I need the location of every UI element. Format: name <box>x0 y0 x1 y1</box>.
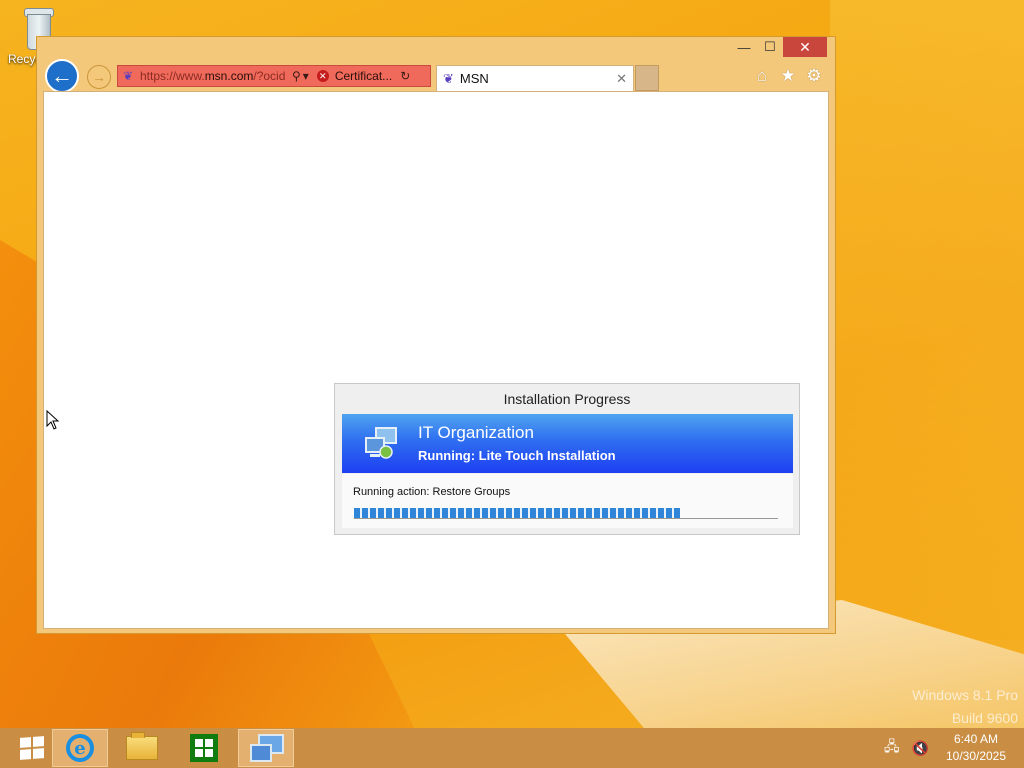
mouse-cursor-icon <box>46 410 60 430</box>
minimize-button[interactable]: — <box>731 37 757 57</box>
page-content[interactable] <box>43 91 829 629</box>
wallpaper-shape <box>830 0 1024 640</box>
certificate-error-icon[interactable]: ✕ <box>316 70 329 82</box>
msn-butterfly-icon: ❦ <box>122 69 134 83</box>
forward-arrow-icon: → <box>92 69 106 85</box>
forward-button[interactable]: → <box>87 65 111 89</box>
network-icon[interactable]: 🖧 <box>884 736 900 760</box>
internet-explorer-icon: e <box>66 734 94 762</box>
msn-butterfly-icon: ❦ <box>443 70 454 86</box>
back-button[interactable]: ← <box>45 59 79 93</box>
progress-bar-fill <box>354 508 681 518</box>
watermark-edition: Windows 8.1 Pro <box>912 687 1018 703</box>
speaker-muted-icon[interactable]: 🔇 <box>912 740 929 757</box>
close-button[interactable]: ✕ <box>783 37 827 57</box>
taskbar-store[interactable] <box>176 729 232 767</box>
tab-title: MSN <box>459 71 489 86</box>
dialog-title: Installation Progress <box>503 391 631 407</box>
settings-gear-icon[interactable]: ⚙ <box>804 66 824 86</box>
taskbar-deployment-setup[interactable] <box>238 729 294 767</box>
organization-name: IT Organization <box>418 423 534 442</box>
dialog-banner: IT Organization Running: Lite Touch Inst… <box>342 414 793 473</box>
home-icon[interactable]: ⌂ <box>752 66 772 86</box>
certificate-error-label[interactable]: Certificat... <box>335 69 392 83</box>
taskbar-file-explorer[interactable] <box>114 729 170 767</box>
address-url[interactable]: https://www.msn.com/?ocid <box>140 69 290 83</box>
close-tab-icon[interactable]: ✕ <box>616 71 627 87</box>
browser-window[interactable]: — ☐ ✕ ← → ❦ https://www.msn.com/?ocid ⚲ … <box>36 36 836 634</box>
navigation-bar: ← → ❦ https://www.msn.com/?ocid ⚲ ▾ ✕ Ce… <box>45 57 830 93</box>
current-action: Running action: Restore Groups <box>353 486 511 498</box>
taskbar-internet-explorer[interactable]: e <box>52 729 108 767</box>
refresh-icon[interactable]: ↻ <box>400 69 410 83</box>
tab-msn[interactable]: ❦ MSN ✕ <box>436 65 634 91</box>
running-task: Running: Lite Touch Installation <box>418 448 616 463</box>
dialog-body: Running action: Restore Groups <box>342 474 793 528</box>
back-arrow-icon: ← <box>51 63 73 88</box>
dropdown-icon[interactable]: ▾ <box>303 69 309 83</box>
url-suffix: /?ocid <box>253 69 286 83</box>
store-icon <box>190 734 218 762</box>
taskbar: e 🖧 🔇 6:40 AM 10/30/2025 <box>0 728 1024 768</box>
windows-watermark: Windows 8.1 Pro Build 9600 <box>912 684 1018 730</box>
clock-date: 10/30/2025 <box>945 749 1007 763</box>
url-prefix: https://www. <box>140 69 205 83</box>
computer-setup-icon <box>365 427 397 459</box>
url-domain: msn.com <box>204 69 254 83</box>
windows-logo-icon <box>20 736 44 760</box>
installation-progress-dialog: Installation Progress IT Organization Ru… <box>334 383 800 535</box>
window-controls: — ☐ ✕ <box>731 37 827 57</box>
browser-toolbar: ⌂ ★ ⚙ <box>752 66 824 86</box>
watermark-build: Build 9600 <box>951 710 1018 726</box>
favorites-star-icon[interactable]: ★ <box>778 66 798 86</box>
clock-time: 6:40 AM <box>953 732 999 746</box>
maximize-button[interactable]: ☐ <box>757 37 783 57</box>
progress-bar <box>354 507 778 519</box>
folder-icon <box>126 732 158 760</box>
address-bar[interactable]: ❦ https://www.msn.com/?ocid ⚲ ▾ ✕ Certif… <box>117 65 431 87</box>
clock[interactable]: 6:40 AM 10/30/2025 <box>941 731 1011 765</box>
computer-setup-icon <box>250 734 284 762</box>
new-tab-button[interactable] <box>635 65 659 91</box>
search-icon[interactable]: ⚲ <box>292 69 301 83</box>
system-tray: 🖧 🔇 6:40 AM 10/30/2025 <box>884 728 1024 768</box>
